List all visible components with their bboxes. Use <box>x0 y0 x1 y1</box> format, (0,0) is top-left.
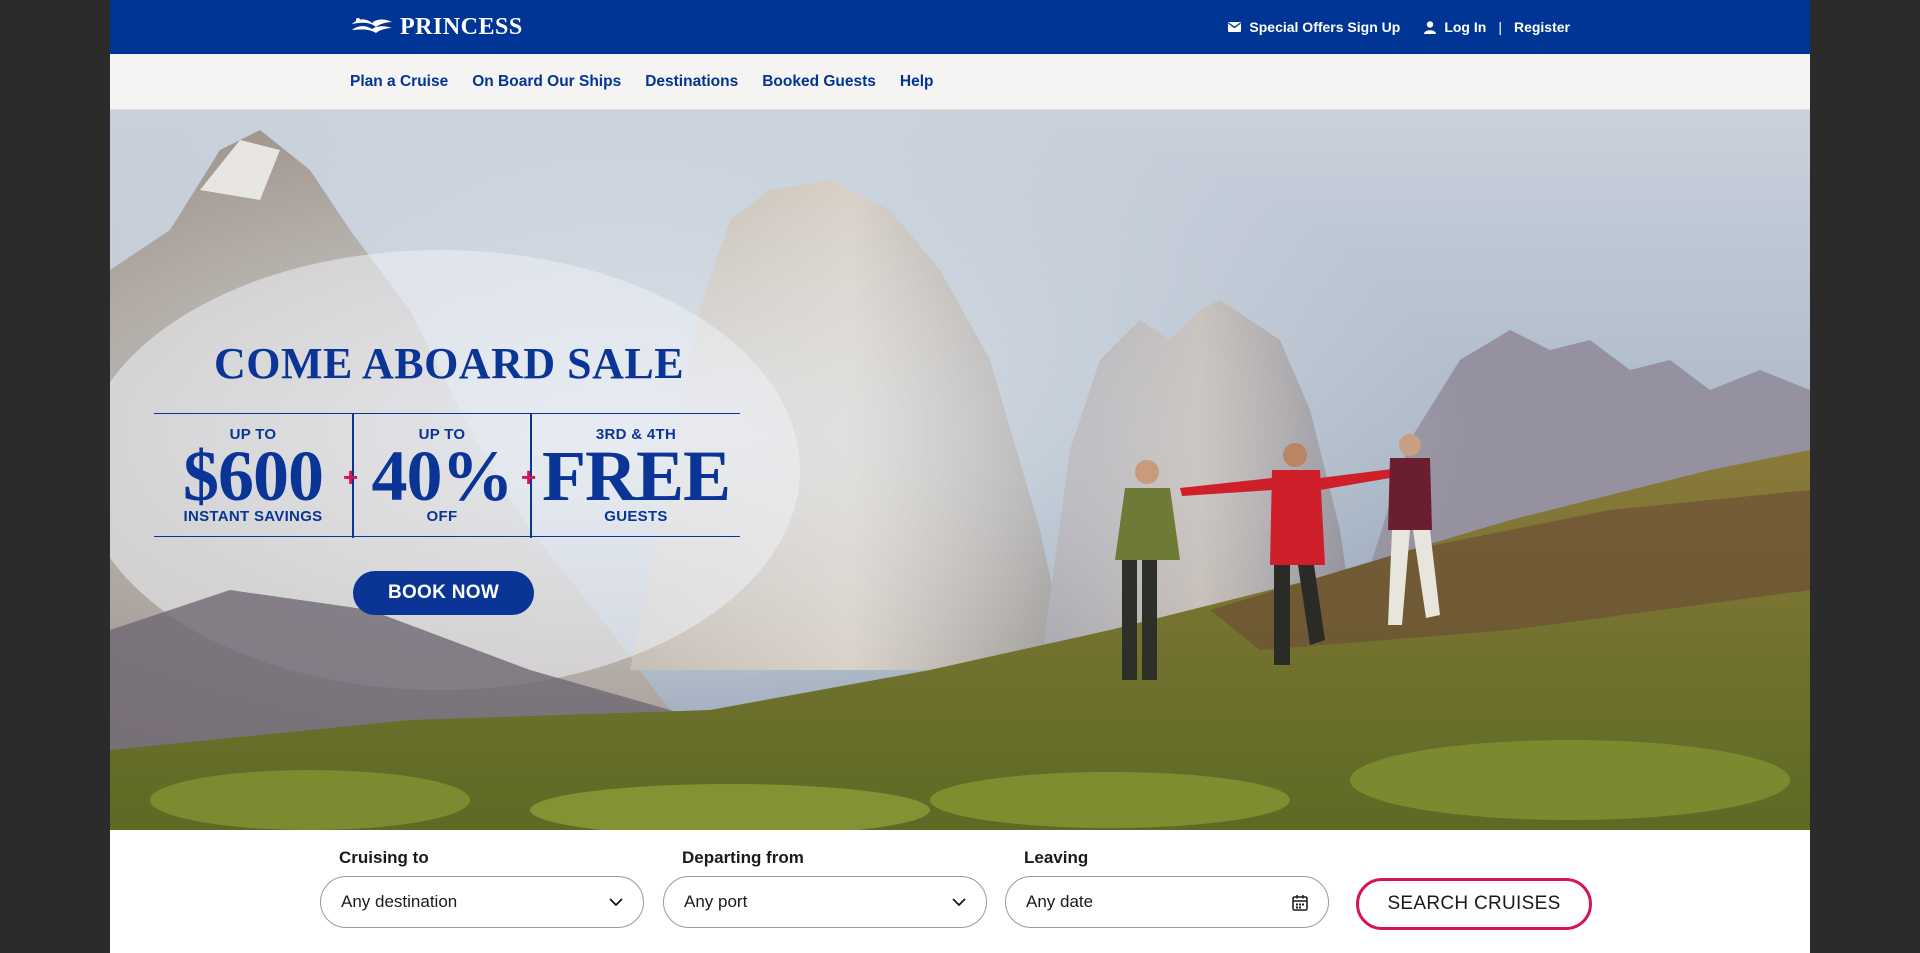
leaving-value: Any date <box>1026 892 1094 911</box>
offer-savings-bottom: INSTANT SAVINGS <box>183 508 323 525</box>
special-offers-link[interactable]: Special Offers Sign Up <box>1228 19 1400 35</box>
top-bar: PRINCESS Special Offers Sign Up Log In |… <box>110 0 1810 54</box>
seawitch-logo-icon <box>352 18 392 33</box>
offer-discount-bottom: OFF <box>426 508 458 525</box>
nav-destinations[interactable]: Destinations <box>645 73 738 91</box>
user-icon <box>1424 20 1437 34</box>
login-link[interactable]: Log In <box>1424 19 1486 35</box>
hero-banner: COME ABOARD SALE UP TO $600 INSTANT SAVI… <box>110 110 1810 830</box>
utility-nav: Special Offers Sign Up Log In | Register <box>1228 0 1570 54</box>
cruise-search-bar: Cruising to Any destination Departing fr… <box>110 830 1810 953</box>
leaving-label: Leaving <box>1024 848 1089 867</box>
login-label: Log In <box>1444 19 1487 35</box>
logo-text: PRINCESS <box>400 13 523 40</box>
departing-from-value: Any port <box>684 892 748 911</box>
offer-discount: UP TO 40% OFF <box>354 414 530 538</box>
envelope-icon <box>1228 22 1242 32</box>
register-link[interactable]: Register <box>1514 19 1570 35</box>
offer-free-guests-amount: FREE <box>541 436 731 516</box>
offer-savings: UP TO $600 INSTANT SAVINGS <box>154 414 352 538</box>
cruising-to-select[interactable]: Any destination <box>320 876 644 928</box>
departing-from-label: Departing from <box>682 848 804 867</box>
chevron-down-icon <box>609 897 623 906</box>
offer-panel: UP TO $600 INSTANT SAVINGS + UP TO 40% O… <box>154 413 740 538</box>
chevron-down-icon <box>952 897 966 906</box>
cruising-to-label: Cruising to <box>339 848 429 867</box>
leaving-field: Leaving Any date <box>1005 848 1329 928</box>
offer-discount-amount: 40% <box>371 436 514 516</box>
nav-booked-guests[interactable]: Booked Guests <box>762 73 876 91</box>
offer-savings-amount: $600 <box>183 436 324 516</box>
nav-on-board-our-ships[interactable]: On Board Our Ships <box>472 73 621 91</box>
cruising-to-field: Cruising to Any destination <box>320 848 644 928</box>
offer-free-guests-bottom: GUESTS <box>604 508 668 525</box>
calendar-icon <box>1292 894 1308 911</box>
offer-free-guests: 3RD & 4TH FREE GUESTS <box>532 414 740 538</box>
book-now-button[interactable]: BOOK NOW <box>353 571 534 615</box>
utility-separator: | <box>1498 19 1502 35</box>
search-cruises-button[interactable]: SEARCH CRUISES <box>1356 878 1592 930</box>
promo-overlay: COME ABOARD SALE UP TO $600 INSTANT SAVI… <box>110 110 1810 830</box>
princess-logo[interactable]: PRINCESS <box>350 13 523 41</box>
nav-plan-a-cruise[interactable]: Plan a Cruise <box>350 73 448 91</box>
departing-from-select[interactable]: Any port <box>663 876 987 928</box>
cruising-to-value: Any destination <box>341 892 458 911</box>
promo-title: COME ABOARD SALE <box>214 339 685 388</box>
page: PRINCESS Special Offers Sign Up Log In |… <box>110 0 1810 953</box>
main-nav: Plan a Cruise On Board Our Ships Destina… <box>110 54 1810 110</box>
nav-help[interactable]: Help <box>900 73 934 91</box>
departing-from-field: Departing from Any port <box>663 848 987 928</box>
leaving-date-picker[interactable]: Any date <box>1005 876 1329 928</box>
special-offers-label: Special Offers Sign Up <box>1249 19 1401 35</box>
